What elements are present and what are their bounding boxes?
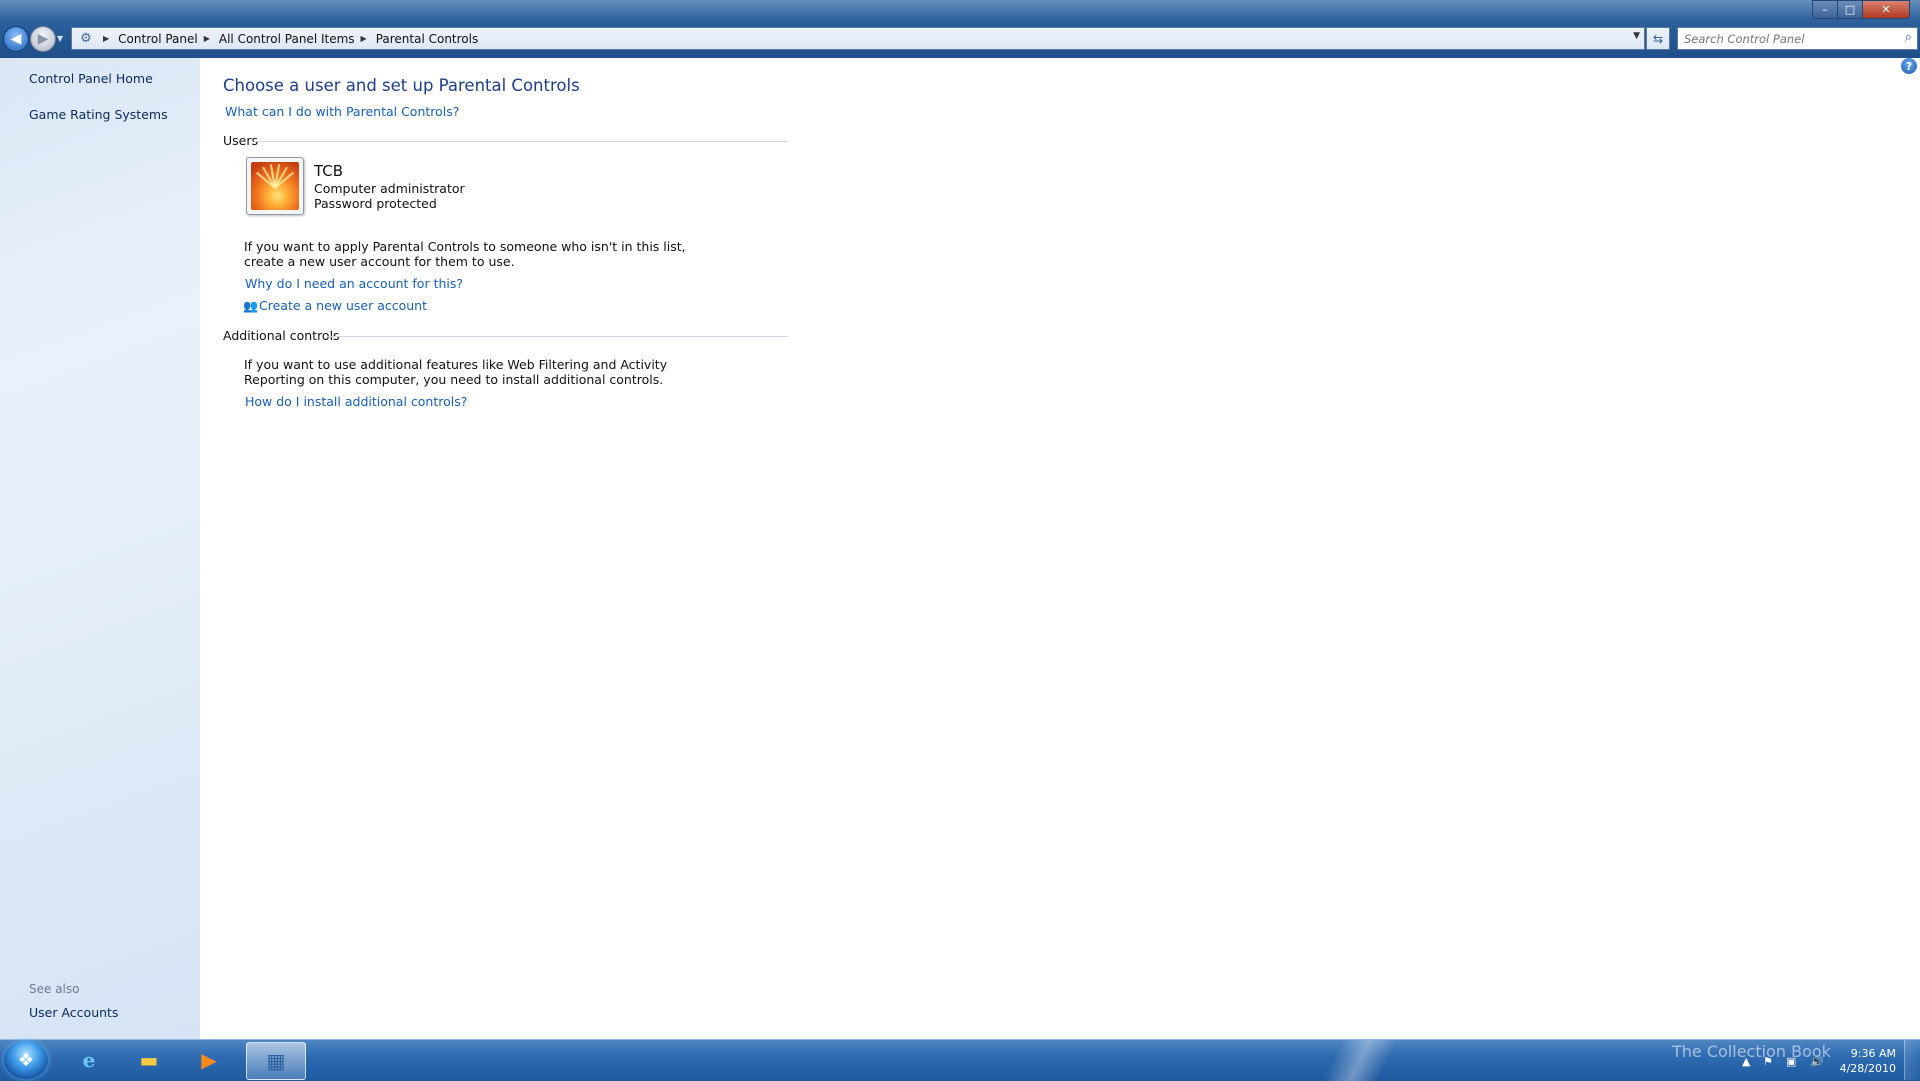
breadcrumb-all-items[interactable]: All Control Panel Items (219, 32, 355, 46)
refresh-icon: ⇆ (1652, 31, 1664, 46)
maximize-button[interactable]: □ (1837, 0, 1863, 19)
close-button[interactable]: ✕ (1862, 0, 1910, 19)
section-divider (254, 141, 788, 142)
content-area (200, 58, 1920, 1039)
help-button[interactable]: ? (1901, 58, 1917, 74)
volume-icon[interactable]: 🔊 (1810, 1055, 1824, 1068)
show-hidden-icons-icon[interactable]: ▲ (1742, 1055, 1750, 1068)
control-panel-icon: ⚙ (80, 31, 92, 46)
install-controls-link[interactable]: How do I install additional controls? (245, 394, 467, 409)
recent-pages-dropdown[interactable]: ▼ (57, 34, 63, 43)
flower-picture-icon (251, 162, 299, 210)
additional-text-line1: If you want to use additional features l… (244, 357, 668, 372)
breadcrumb-separator[interactable]: ▶ (103, 34, 109, 43)
system-clock[interactable]: 9:36 AM 4/28/2010 (1836, 1046, 1896, 1076)
breadcrumb-control-panel[interactable]: Control Panel (118, 32, 198, 46)
breadcrumb-separator[interactable]: ▶ (361, 34, 367, 43)
windows-explorer-button[interactable]: ▬ (122, 1042, 176, 1078)
create-user-account-link[interactable]: Create a new user account (259, 298, 427, 313)
page-title: Choose a user and set up Parental Contro… (223, 76, 580, 95)
additional-text-line2: Reporting on this computer, you need to … (244, 372, 664, 387)
action-center-flag-icon[interactable]: ⚑ (1763, 1055, 1773, 1068)
search-input[interactable] (1678, 30, 1896, 47)
minimize-button[interactable]: – (1812, 0, 1838, 19)
address-bar[interactable]: ⚙ ▶ Control Panel ▶ All Control Panel It… (71, 27, 1645, 50)
section-divider (326, 336, 788, 337)
user-role: Computer administrator (314, 181, 465, 196)
back-button[interactable]: ◀ (3, 26, 29, 52)
info-text-line1: If you want to apply Parental Controls t… (244, 239, 686, 254)
additional-controls-heading: Additional controls (223, 328, 340, 343)
users-icon: 👥 (243, 299, 258, 313)
why-account-link[interactable]: Why do I need an account for this? (245, 276, 463, 291)
watermark-text: The Collection Book (1672, 1042, 1831, 1061)
user-password-status: Password protected (314, 196, 437, 211)
start-button[interactable]: ❖ (4, 1041, 48, 1079)
users-section-heading: Users (223, 133, 259, 148)
clock-time: 9:36 AM (1850, 1047, 1896, 1060)
windows-explorer-icon: ▬ (139, 1048, 159, 1072)
info-text-line2: create a new user account for them to us… (244, 254, 515, 269)
what-can-i-do-link[interactable]: What can I do with Parental Controls? (225, 104, 459, 119)
see-also-heading: See also (29, 982, 80, 996)
sidebar-item-game-rating-systems[interactable]: Game Rating Systems (29, 107, 168, 122)
network-icon[interactable]: ▣ (1786, 1055, 1796, 1068)
arrow-left-icon: ◀ (10, 31, 22, 47)
refresh-button[interactable]: ⇆ (1646, 27, 1670, 50)
control-panel-taskbar-button[interactable]: ▦ (246, 1042, 306, 1080)
address-dropdown-icon[interactable]: ▼ (1633, 31, 1640, 41)
user-name[interactable]: TCB (314, 162, 343, 180)
internet-explorer-button[interactable]: e (62, 1042, 116, 1078)
control-panel-icon: ▦ (266, 1049, 286, 1073)
search-box[interactable]: ⌕ (1677, 27, 1918, 50)
help-icon: ? (1905, 59, 1913, 73)
arrow-right-icon: ▶ (37, 31, 49, 47)
internet-explorer-icon: e (82, 1048, 96, 1072)
sidebar-item-control-panel-home[interactable]: Control Panel Home (29, 71, 153, 86)
search-icon[interactable]: ⌕ (1905, 30, 1912, 45)
show-desktop-button[interactable] (1904, 1040, 1919, 1080)
media-player-button[interactable]: ▶ (182, 1042, 236, 1078)
breadcrumb-parental-controls[interactable]: Parental Controls (376, 32, 479, 46)
windows-logo-icon: ❖ (17, 1049, 35, 1071)
forward-button[interactable]: ▶ (30, 26, 56, 52)
media-player-icon: ▶ (201, 1048, 217, 1072)
breadcrumb-separator[interactable]: ▶ (204, 34, 210, 43)
user-avatar[interactable] (246, 157, 304, 215)
sidebar-item-user-accounts[interactable]: User Accounts (29, 1005, 118, 1020)
clock-date: 4/28/2010 (1839, 1062, 1896, 1075)
task-pane: Control Panel Home Game Rating Systems S… (0, 58, 200, 1039)
